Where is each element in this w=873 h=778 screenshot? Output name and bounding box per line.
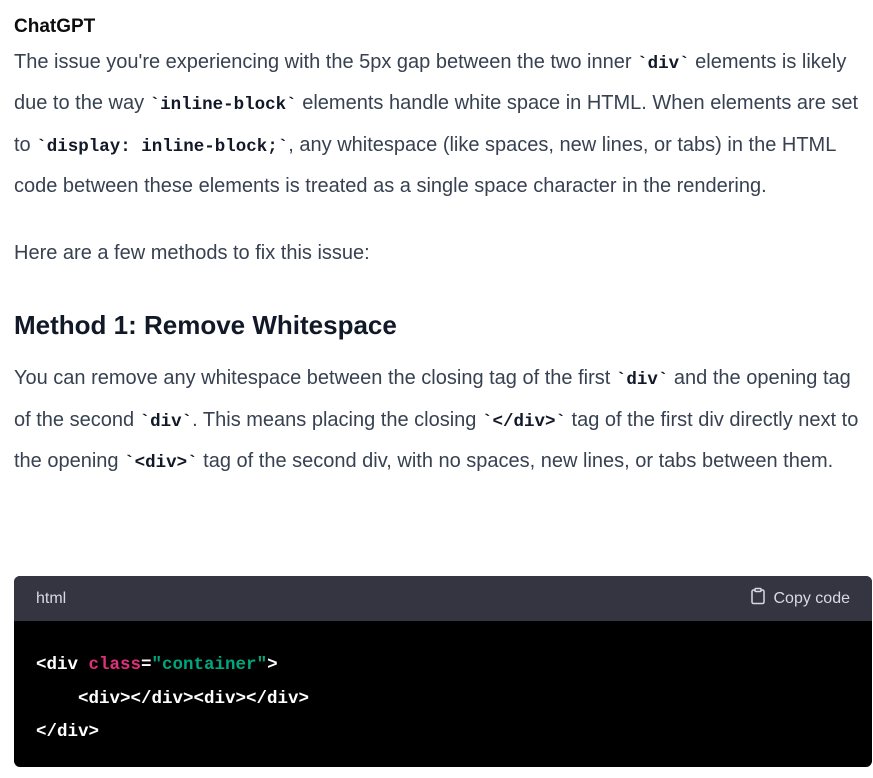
text-span: . This means placing the closing [192,408,482,431]
copy-code-button[interactable]: Copy code [749,587,851,610]
inline-code: `div` [637,54,690,74]
code-token-equals: = [141,655,152,675]
code-block-header: html Copy code [14,576,872,621]
text-span: The issue you're experiencing with the 5… [14,51,638,73]
message-author: ChatGPT [14,16,96,37]
code-token-attribute: class [88,655,142,675]
code-content: <div class="container"> <div></div><div>… [14,621,872,750]
code-language-label: html [36,589,67,607]
inline-code: `div` [139,411,193,432]
text-span: tag of the second div, with no spaces, n… [197,450,834,473]
paragraph-explanation: The issue you're experiencing with the 5… [14,43,866,206]
paragraph-method1: You can remove any whitespace between th… [14,359,866,483]
paragraph-intro-methods: Here are a few methods to fix this issue… [14,242,370,265]
copy-code-label: Copy code [773,589,851,607]
code-block: html Copy code <div class="container"> <… [14,576,872,767]
inline-code: `inline-block` [149,95,297,116]
code-line: <div></div><div></div> [36,688,310,709]
text-span: You can remove any whitespace between th… [14,367,616,390]
code-token-tag: > [267,655,278,675]
clipboard-icon [749,587,767,610]
inline-code: `div` [615,370,669,391]
code-line: <div class="container"> [36,649,850,683]
chat-message: ChatGPT The issue you're experiencing wi… [14,14,866,483]
code-token-string: "container" [151,655,268,675]
inline-code: `display: inline-block;` [36,136,289,157]
inline-code: `</div>` [481,411,566,432]
inline-code: `<div>` [124,453,198,474]
section-heading: Method 1: Remove Whitespace [14,310,397,341]
code-line: </div> [36,722,100,742]
code-token-tag: <div [36,655,89,675]
